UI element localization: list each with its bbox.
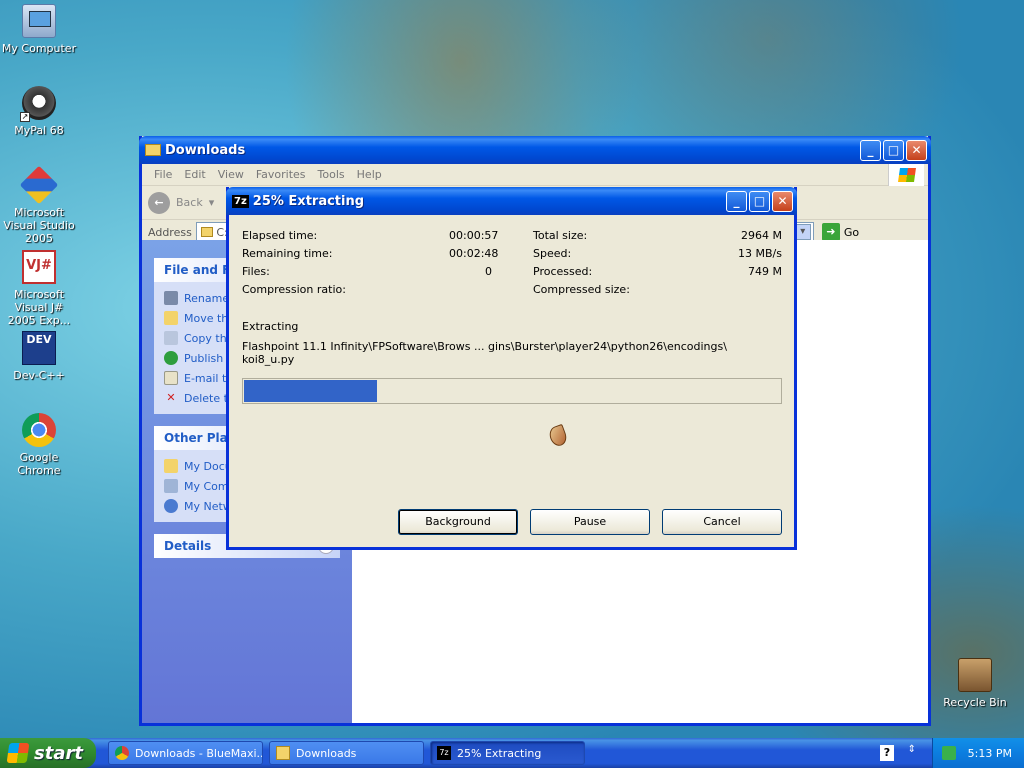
go-button[interactable]: Go bbox=[844, 226, 859, 239]
speed-label: Speed: bbox=[533, 247, 572, 260]
address-dropdown-icon[interactable]: ▾ bbox=[794, 224, 811, 240]
desktop-icon-label: My Computer bbox=[1, 42, 77, 55]
maximize-button[interactable]: □ bbox=[883, 139, 904, 161]
network-tray-icon[interactable] bbox=[941, 746, 956, 760]
desktop-icon-label: Microsoft Visual J# 2005 Exp... bbox=[7, 288, 71, 327]
chevron-down-icon[interactable]: ▾ bbox=[209, 196, 215, 209]
recycle-bin-icon bbox=[958, 658, 992, 692]
delete-x-icon: ✕ bbox=[166, 391, 176, 404]
clock[interactable]: 5:13 PM bbox=[968, 747, 1012, 760]
back-button-label[interactable]: Back bbox=[176, 196, 203, 209]
total-size-label: Total size: bbox=[533, 229, 588, 242]
menu-favorites[interactable]: Favorites bbox=[250, 168, 312, 181]
compressed-size-label: Compressed size: bbox=[533, 283, 630, 296]
go-arrow-icon[interactable]: ➜ bbox=[821, 223, 840, 241]
chrome-icon bbox=[115, 746, 129, 760]
desktop-icon-label: Google Chrome bbox=[17, 451, 61, 477]
processed-label: Processed: bbox=[533, 265, 593, 278]
taskbar-item-extracting[interactable]: 7z 25% Extracting bbox=[430, 741, 585, 765]
minimize-button[interactable]: _ bbox=[726, 190, 747, 212]
elapsed-label: Elapsed time: bbox=[242, 229, 318, 242]
remaining-value: 00:02:48 bbox=[449, 247, 499, 260]
desktop-icon-label: MyPal 68 bbox=[14, 124, 64, 137]
folder-icon bbox=[276, 746, 290, 760]
ratio-label: Compression ratio: bbox=[242, 283, 346, 296]
shortcut-arrow-icon: ↗ bbox=[20, 112, 30, 122]
dialog-titlebar[interactable]: 7z 25% Extracting _ □ ✕ bbox=[226, 187, 797, 215]
menu-view[interactable]: View bbox=[212, 168, 250, 181]
desktop-icon-visual-studio[interactable]: Microsoft Visual Studio 2005 bbox=[0, 165, 78, 245]
progress-bar bbox=[242, 378, 782, 404]
status-text: Extracting bbox=[242, 320, 299, 333]
racoon-icon: ↗ bbox=[20, 86, 56, 122]
close-button[interactable]: ✕ bbox=[772, 190, 793, 212]
menu-tools[interactable]: Tools bbox=[312, 168, 351, 181]
taskbar-item-downloads[interactable]: Downloads bbox=[269, 741, 424, 765]
minimize-button[interactable]: _ bbox=[860, 139, 881, 161]
background-button[interactable]: Background bbox=[398, 509, 518, 535]
menu-bar: File Edit View Favorites Tools Help bbox=[142, 163, 928, 186]
window-title: Downloads bbox=[165, 142, 246, 158]
help-icon[interactable]: ? bbox=[880, 745, 894, 761]
menu-help[interactable]: Help bbox=[351, 168, 388, 181]
visual-studio-icon bbox=[19, 165, 59, 205]
maximize-button[interactable]: □ bbox=[749, 190, 770, 212]
desktop-icon-dev-cpp[interactable]: DEV Dev-C++ bbox=[0, 331, 78, 382]
files-value: 0 bbox=[485, 265, 492, 278]
current-path-line1: Flashpoint 11.1 Infinity\FPSoftware\Brow… bbox=[242, 340, 727, 353]
files-label: Files: bbox=[242, 265, 270, 278]
desktop-icon-chrome[interactable]: Google Chrome bbox=[0, 413, 78, 477]
processed-value: 749 M bbox=[748, 265, 782, 278]
computer-icon bbox=[164, 479, 178, 493]
explorer-titlebar[interactable]: Downloads _ □ ✕ bbox=[139, 136, 931, 164]
7zip-icon: 7z bbox=[232, 194, 249, 208]
windows-logo-icon bbox=[6, 743, 30, 763]
address-label: Address bbox=[148, 225, 192, 239]
taskbar-item-chrome[interactable]: Downloads - BlueMaxi... bbox=[108, 741, 263, 765]
system-tray: 5:13 PM bbox=[932, 738, 1024, 768]
progress-fill bbox=[244, 380, 377, 402]
pause-button[interactable]: Pause bbox=[530, 509, 650, 535]
current-path-line2: koi8_u.py bbox=[242, 353, 295, 366]
desktop-icon-mypal[interactable]: ↗ MyPal 68 bbox=[0, 86, 78, 137]
dialog-body: Elapsed time: 00:00:57 Remaining time: 0… bbox=[229, 215, 794, 547]
rename-icon bbox=[164, 291, 178, 305]
visual-j-icon: VJ# bbox=[22, 250, 56, 284]
dialog-title: 25% Extracting bbox=[252, 193, 365, 209]
desktop-icon-my-computer[interactable]: My Computer bbox=[0, 4, 78, 55]
remaining-label: Remaining time: bbox=[242, 247, 333, 260]
taskbar: start Downloads - BlueMaxi... Downloads … bbox=[0, 738, 1024, 768]
chevron-up-icon[interactable]: ⇕ bbox=[908, 744, 916, 755]
copy-icon bbox=[164, 331, 178, 345]
menu-file[interactable]: File bbox=[148, 168, 178, 181]
desktop-icon-label: Dev-C++ bbox=[13, 369, 65, 382]
computer-icon bbox=[22, 4, 56, 38]
elapsed-value: 00:00:57 bbox=[449, 229, 499, 242]
menu-edit[interactable]: Edit bbox=[178, 168, 211, 181]
desktop-icon-recycle-bin[interactable]: Recycle Bin bbox=[936, 658, 1014, 709]
folder-icon bbox=[145, 144, 161, 156]
close-button[interactable]: ✕ bbox=[906, 139, 927, 161]
speed-value: 13 MB/s bbox=[738, 247, 782, 260]
total-size-value: 2964 M bbox=[741, 229, 782, 242]
cancel-button[interactable]: Cancel bbox=[662, 509, 782, 535]
start-button[interactable]: start bbox=[0, 738, 96, 768]
chrome-icon bbox=[22, 413, 56, 447]
desktop-icon-label: Recycle Bin bbox=[943, 696, 1007, 709]
back-arrow-icon[interactable]: ← bbox=[148, 191, 170, 214]
extract-dialog: 7z 25% Extracting _ □ ✕ Elapsed time: 00… bbox=[226, 187, 797, 550]
dev-cpp-icon: DEV bbox=[22, 331, 56, 365]
folder-icon bbox=[200, 227, 214, 237]
desktop-icon-label: Microsoft Visual Studio 2005 bbox=[3, 206, 75, 245]
publish-globe-icon bbox=[164, 351, 178, 365]
move-icon bbox=[164, 311, 178, 325]
desktop-icon-visual-j[interactable]: VJ# Microsoft Visual J# 2005 Exp... bbox=[0, 250, 78, 327]
email-icon bbox=[164, 371, 178, 385]
windows-logo-icon bbox=[888, 163, 924, 186]
network-icon bbox=[164, 499, 178, 513]
7zip-icon: 7z bbox=[437, 746, 451, 760]
folder-icon bbox=[164, 459, 178, 473]
